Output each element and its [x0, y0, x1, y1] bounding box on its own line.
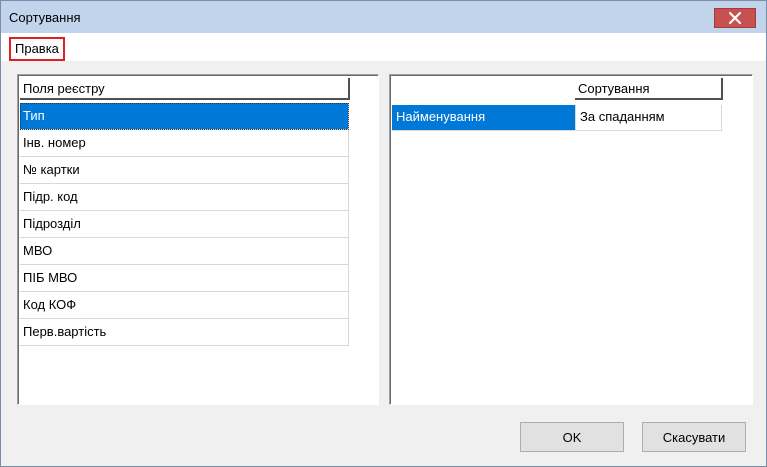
list-item[interactable]: Тип [20, 103, 349, 130]
close-button[interactable] [714, 8, 756, 28]
menu-item-edit[interactable]: Правка [9, 37, 65, 61]
close-icon [728, 11, 742, 25]
registry-fields-header[interactable]: Поля реєстру [20, 78, 350, 100]
sort-field-cell[interactable]: Найменування [392, 105, 576, 131]
cancel-button[interactable]: Скасувати [642, 422, 746, 452]
list-item[interactable]: Підрозділ [20, 211, 349, 238]
list-item[interactable]: МВО [20, 238, 349, 265]
list-item[interactable]: Код КОФ [20, 292, 349, 319]
sort-direction-cell[interactable]: За спаданням [576, 105, 722, 131]
list-item[interactable]: Перв.вартість [20, 319, 349, 346]
list-item[interactable]: Підр. код [20, 184, 349, 211]
registry-fields-panel: Поля реєстру Тип Інв. номер № картки Під… [17, 74, 379, 405]
sort-order-header[interactable]: Сортування [575, 78, 723, 100]
list-item[interactable]: № картки [20, 157, 349, 184]
sort-dialog: Сортування Правка Поля реєстру Тип Інв. … [0, 0, 767, 467]
registry-fields-list: Тип Інв. номер № картки Підр. код Підроз… [20, 103, 349, 346]
list-item[interactable]: ПІБ МВО [20, 265, 349, 292]
sort-order-panel: Сортування Найменування За спаданням [389, 74, 753, 405]
window-title: Сортування [9, 10, 81, 25]
menu-bar: Правка [1, 33, 766, 61]
title-bar[interactable]: Сортування [1, 1, 766, 33]
ok-button[interactable]: OK [520, 422, 624, 452]
list-item[interactable]: Інв. номер [20, 130, 349, 157]
